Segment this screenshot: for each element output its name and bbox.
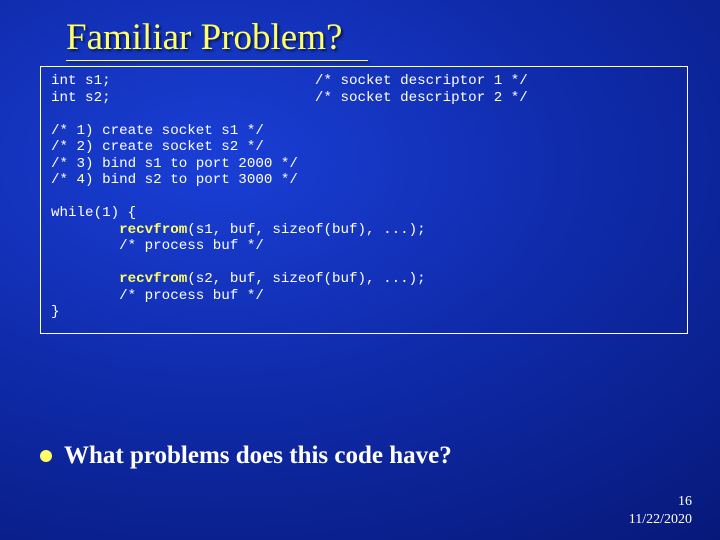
code-line: int s1; /* socket descriptor 1 */ <box>51 73 528 89</box>
code-rest: (s2, buf, sizeof(buf), ...); <box>187 271 425 287</box>
code-indent <box>51 222 119 238</box>
code-block: int s1; /* socket descriptor 1 */ int s2… <box>40 66 688 334</box>
bullet-text: What problems does this code have? <box>64 442 452 470</box>
keyword-recvfrom: recvfrom <box>119 271 187 287</box>
code-line: } <box>51 304 60 320</box>
code-line: /* process buf */ <box>51 288 264 304</box>
code-line: /* 4) bind s2 to port 3000 */ <box>51 172 298 188</box>
bullet-icon <box>40 450 52 462</box>
code-rest: (s1, buf, sizeof(buf), ...); <box>187 222 425 238</box>
bullet-row: What problems does this code have? <box>40 442 452 470</box>
keyword-recvfrom: recvfrom <box>119 222 187 238</box>
page-number: 16 <box>678 494 692 510</box>
code-line: /* process buf */ <box>51 238 264 254</box>
code-line: /* 2) create socket s2 */ <box>51 139 264 155</box>
slide: Familiar Problem? int s1; /* socket desc… <box>0 0 720 540</box>
code-line: int s2; /* socket descriptor 2 */ <box>51 90 528 106</box>
code-line: while(1) { <box>51 205 136 221</box>
date-stamp: 11/22/2020 <box>629 512 692 528</box>
title-underline <box>66 60 368 61</box>
slide-title: Familiar Problem? <box>66 16 342 59</box>
code-line: /* 3) bind s1 to port 2000 */ <box>51 156 298 172</box>
code-line: /* 1) create socket s1 */ <box>51 123 264 139</box>
code-indent <box>51 271 119 287</box>
